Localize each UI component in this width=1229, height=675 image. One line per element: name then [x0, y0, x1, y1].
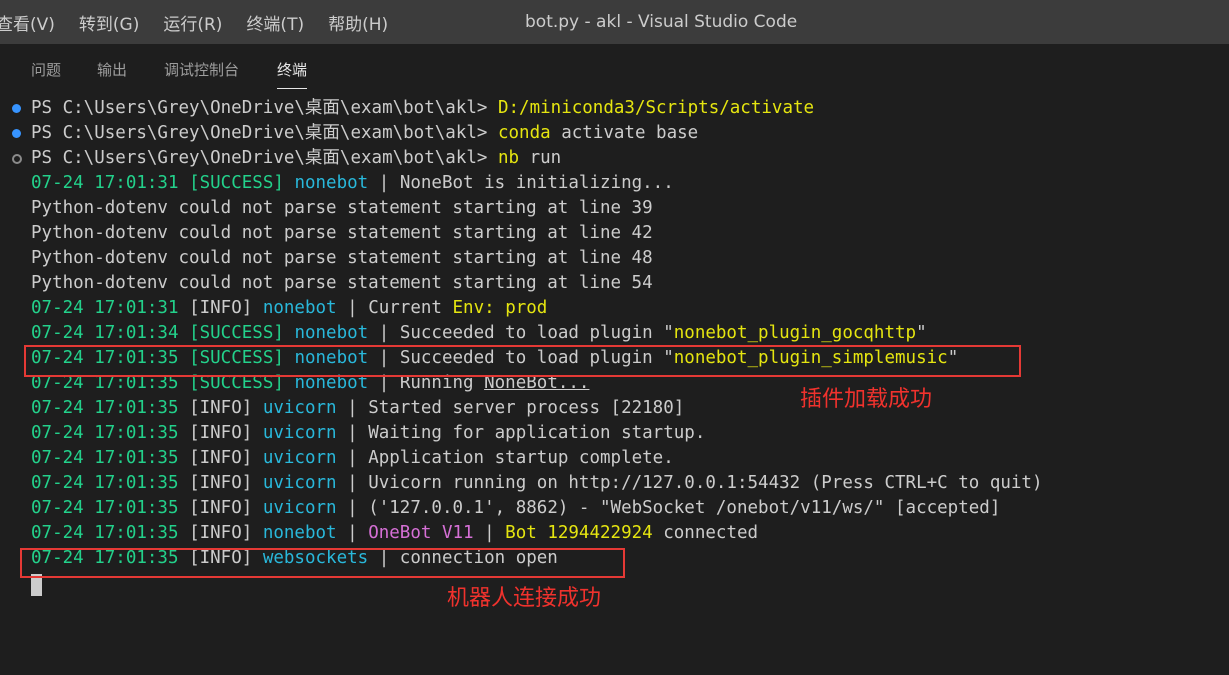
log-line: 07-24 17:01:31 [INFO] nonebot | Current …	[31, 298, 548, 318]
menu-item-view[interactable]: 查看(V)	[0, 10, 55, 35]
log-line: 07-24 17:01:35 [INFO] uvicorn | Waiting …	[31, 423, 706, 443]
log-line: 07-24 17:01:31 [SUCCESS] nonebot | NoneB…	[31, 173, 674, 193]
panel-tab-bar: 问题 输出 调试控制台 终端	[0, 44, 1229, 92]
tab-debug-console[interactable]: 调试控制台	[164, 59, 239, 80]
annotation-bot-connected: 机器人连接成功	[447, 586, 602, 611]
log-line: 07-24 17:01:35 [INFO] uvicorn | ('127.0.…	[31, 498, 1001, 518]
menu-item-goto[interactable]: 转到(G)	[79, 10, 139, 35]
log-line: 07-24 17:01:34 [SUCCESS] nonebot | Succe…	[31, 323, 927, 343]
window-title: bot.py - akl - Visual Studio Code	[525, 12, 798, 32]
tab-terminal[interactable]: 终端	[277, 59, 308, 89]
dotenv-warning-line: Python-dotenv could not parse statement …	[31, 223, 653, 243]
log-line: 07-24 17:01:35 [INFO] uvicorn | Applicat…	[31, 448, 674, 468]
prompt-line: PS C:\Users\Grey\OneDrive\桌面\exam\bot\ak…	[31, 98, 815, 118]
tab-problems[interactable]: 问题	[31, 59, 61, 80]
dotenv-warning-line: Python-dotenv could not parse statement …	[31, 273, 653, 293]
menu-item-terminal[interactable]: 终端(T)	[246, 10, 304, 35]
highlight-box-connection	[20, 548, 625, 578]
prompt-line: PS C:\Users\Grey\OneDrive\桌面\exam\bot\ak…	[31, 123, 699, 143]
menu-item-help[interactable]: 帮助(H)	[328, 10, 388, 35]
command-success-dot-icon[interactable]	[12, 129, 21, 138]
menu-bar: 查看(V) 转到(G) 运行(R) 终端(T) 帮助(H)	[0, 0, 412, 44]
prompt-line: PS C:\Users\Grey\OneDrive\桌面\exam\bot\ak…	[31, 148, 562, 168]
dotenv-warning-line: Python-dotenv could not parse statement …	[31, 248, 653, 268]
command-success-dot-icon[interactable]	[12, 104, 21, 113]
dotenv-warning-line: Python-dotenv could not parse statement …	[31, 198, 653, 218]
annotation-plugin-loaded: 插件加载成功	[800, 387, 933, 412]
log-line: 07-24 17:01:35 [INFO] nonebot | OneBot V…	[31, 523, 759, 543]
log-line: 07-24 17:01:35 [INFO] uvicorn | Started …	[31, 398, 685, 418]
log-line: 07-24 17:01:35 [INFO] uvicorn | Uvicorn …	[31, 473, 1043, 493]
tab-output[interactable]: 输出	[97, 59, 127, 80]
title-bar: 查看(V) 转到(G) 运行(R) 终端(T) 帮助(H) bot.py - a…	[0, 0, 1229, 44]
menu-item-run[interactable]: 运行(R)	[163, 10, 222, 35]
highlight-box-plugin	[24, 345, 1021, 377]
command-running-dot-icon[interactable]	[12, 154, 22, 164]
